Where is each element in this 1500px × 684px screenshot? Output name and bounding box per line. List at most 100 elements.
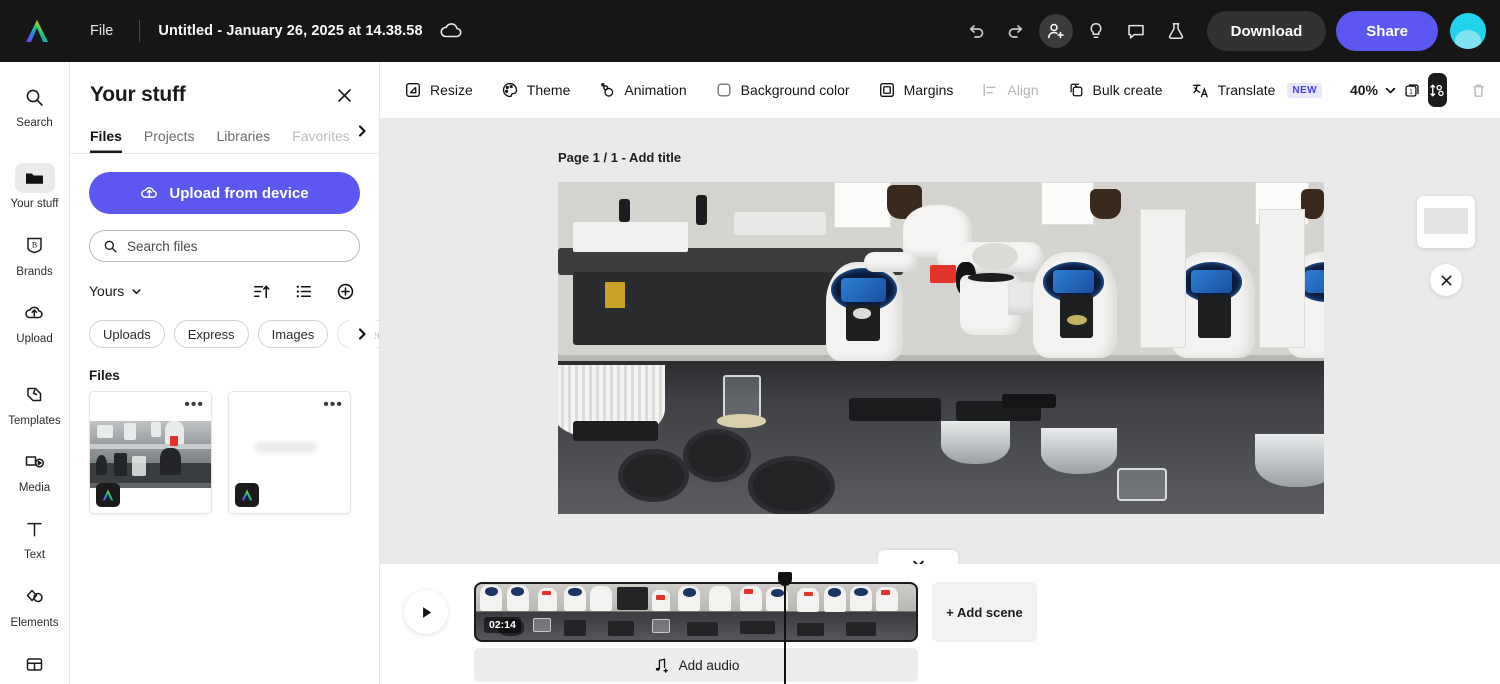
- canvas-viewport[interactable]: Page 1 / 1 - Add title: [380, 118, 1500, 564]
- tool-label: Theme: [526, 82, 571, 98]
- chevron-down-icon: [911, 556, 926, 564]
- canvas-page[interactable]: [558, 182, 1324, 514]
- margins-button[interactable]: Margins: [868, 73, 964, 107]
- search-icon: [103, 239, 118, 254]
- sidebar-item-media[interactable]: Media: [4, 439, 66, 497]
- file-type-chips: Uploads Express Images Videos: [70, 306, 379, 348]
- share-button[interactable]: Share: [1336, 11, 1438, 51]
- tab-libraries[interactable]: Libraries: [216, 122, 270, 153]
- upload-from-device-button[interactable]: Upload from device: [89, 172, 360, 214]
- page-title-label[interactable]: Page 1 / 1 - Add title: [558, 150, 681, 165]
- music-note-plus-icon: [653, 657, 670, 674]
- plus-circle-icon[interactable]: [330, 276, 360, 306]
- bulk-create-button[interactable]: Bulk create: [1057, 73, 1173, 107]
- media-icon: [15, 447, 55, 477]
- resize-icon: [404, 81, 422, 99]
- add-audio-button[interactable]: Add audio: [474, 648, 918, 682]
- toolbar-divider: [139, 20, 141, 42]
- sidebar-item-search[interactable]: Search: [4, 74, 66, 132]
- sidebar-item-text[interactable]: Text: [4, 506, 66, 564]
- sidebar-item-your-stuff[interactable]: Your stuff: [4, 155, 66, 213]
- owner-filter-label: Yours: [89, 283, 125, 299]
- collapse-timeline-button[interactable]: [878, 550, 958, 564]
- sidebar-item-elements[interactable]: Elements: [4, 574, 66, 632]
- tab-files[interactable]: Files: [90, 122, 122, 153]
- translate-button[interactable]: Translate NEW: [1181, 73, 1332, 107]
- tab-projects[interactable]: Projects: [144, 122, 195, 153]
- brand-badge-icon: B: [15, 231, 55, 261]
- margins-icon: [878, 81, 896, 99]
- tool-label: Bulk create: [1092, 82, 1163, 98]
- close-icon[interactable]: [329, 80, 359, 110]
- background-color-button[interactable]: Background color: [705, 73, 860, 107]
- comment-icon[interactable]: [1119, 14, 1153, 48]
- editor-area: Resize Theme Animation Background color …: [380, 62, 1500, 684]
- sidebar-item-brands[interactable]: B Brands: [4, 223, 66, 281]
- trash-icon[interactable]: [1469, 73, 1488, 107]
- sidebar-item-charts-and-grids[interactable]: Charts and grids: [4, 641, 66, 684]
- sort-icon[interactable]: [246, 276, 276, 306]
- tool-label: Align: [1007, 82, 1039, 98]
- tab-favorites[interactable]: Favorites: [292, 122, 350, 153]
- video-frame-robot-barista: [558, 182, 1324, 514]
- zoom-level-value[interactable]: 40%: [1350, 82, 1378, 98]
- new-badge: NEW: [1287, 82, 1322, 98]
- document-title[interactable]: Untitled - January 26, 2025 at 14.38.58: [158, 23, 422, 39]
- avatar[interactable]: [1450, 13, 1486, 49]
- search-input[interactable]: Search files: [89, 230, 360, 262]
- panel-header: Your stuff: [70, 62, 379, 116]
- more-options-icon[interactable]: •••: [184, 397, 204, 413]
- sidebar-item-templates[interactable]: Templates: [4, 372, 66, 430]
- chevron-right-icon[interactable]: [349, 118, 375, 144]
- scene-clip[interactable]: 02:14: [474, 582, 918, 642]
- animation-button[interactable]: Animation: [588, 73, 696, 107]
- tool-label: Translate: [1217, 82, 1276, 98]
- download-button[interactable]: Download: [1206, 11, 1327, 51]
- bulk-create-icon: [1067, 81, 1085, 99]
- panel-title: Your stuff: [90, 83, 186, 106]
- sidebar-item-upload[interactable]: Upload: [4, 290, 66, 348]
- list-view-icon[interactable]: [288, 276, 318, 306]
- add-person-icon[interactable]: [1038, 14, 1073, 48]
- adobe-express-badge: [96, 483, 120, 507]
- file-card-blank-document[interactable]: •••: [228, 391, 351, 514]
- play-button[interactable]: [404, 590, 448, 634]
- chevron-down-icon[interactable]: [1384, 73, 1397, 107]
- redo-icon[interactable]: [999, 14, 1033, 48]
- timeline: 02:14 + Add scene Add audio: [380, 564, 1500, 684]
- file-thumbnail: [90, 421, 211, 488]
- playhead-marker[interactable]: [778, 572, 792, 684]
- resize-button[interactable]: Resize: [394, 73, 483, 107]
- play-icon: [418, 604, 435, 621]
- page-1-thumbnail[interactable]: [1417, 196, 1475, 248]
- chip-uploads[interactable]: Uploads: [89, 320, 165, 348]
- adobe-express-logo-icon[interactable]: [20, 14, 54, 48]
- tool-label: Resize: [430, 82, 473, 98]
- charts-grids-icon: [15, 649, 55, 679]
- file-thumbnail-placeholder: [255, 442, 317, 453]
- owner-filter-dropdown[interactable]: Yours: [89, 283, 142, 299]
- chip-images[interactable]: Images: [257, 320, 329, 348]
- lightbulb-icon[interactable]: [1079, 14, 1113, 48]
- search-icon: [15, 82, 55, 112]
- more-options-icon[interactable]: •••: [323, 397, 343, 413]
- undo-icon[interactable]: [959, 14, 993, 48]
- theme-button[interactable]: Theme: [491, 73, 581, 107]
- animation-icon: [598, 81, 616, 99]
- close-page-panel-icon[interactable]: [1430, 264, 1462, 296]
- svg-text:1: 1: [1409, 88, 1413, 95]
- file-menu[interactable]: File: [80, 17, 123, 45]
- add-scene-button[interactable]: + Add scene: [932, 582, 1037, 642]
- upload-cloud-icon: [140, 184, 159, 203]
- files-heading: Files: [89, 368, 120, 383]
- layers-timing-icon[interactable]: [1427, 73, 1447, 107]
- elements-icon: [15, 582, 55, 612]
- pages-icon[interactable]: 1: [1403, 73, 1422, 107]
- adobe-express-editor: File Untitled - January 26, 2025 at 14.3…: [0, 0, 1500, 684]
- chevron-right-icon[interactable]: [349, 320, 375, 348]
- file-card-robot-video[interactable]: •••: [89, 391, 212, 514]
- tool-label: Background color: [740, 82, 850, 98]
- sidebar-item-label: Templates: [8, 414, 61, 427]
- flask-icon[interactable]: [1159, 14, 1193, 48]
- chip-express[interactable]: Express: [173, 320, 249, 348]
